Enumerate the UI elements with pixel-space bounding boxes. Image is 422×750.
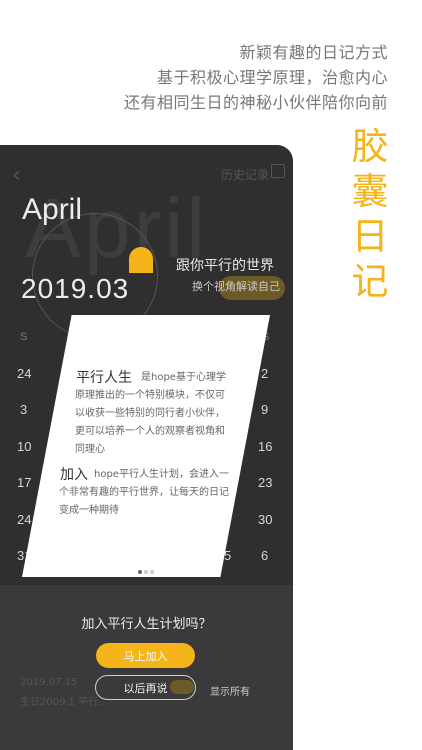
brand-title: 胶 囊 日 记 — [348, 124, 392, 304]
parallel-world-title: 跟你平行的世界 — [176, 258, 274, 274]
page-dot[interactable] — [138, 570, 142, 574]
calendar-day[interactable]: 24 — [17, 366, 31, 381]
history-icon[interactable] — [271, 164, 285, 178]
calendar-day[interactable]: 23 — [258, 475, 272, 490]
ghost-entry-date: 2019.07.15 — [20, 677, 78, 688]
tagline-line-2: 基于积极心理学原理，治愈内心 — [156, 68, 388, 87]
weekday-letter: S — [20, 331, 28, 343]
date-label: 2019.03 — [21, 273, 130, 304]
calendar-day[interactable]: 16 — [258, 439, 272, 454]
calendar-day[interactable]: 2 — [261, 366, 268, 381]
parallel-world-subtitle[interactable]: 换个视角解读自己 — [192, 278, 280, 294]
page-indicator — [138, 559, 156, 577]
show-all-label: 显示所有 — [210, 687, 250, 698]
brand-char-1: 胶 — [351, 125, 389, 168]
join-now-button[interactable]: 马上加入 — [96, 643, 195, 668]
show-all-toggle[interactable] — [170, 680, 194, 694]
tagline-line-3: 还有相同生日的神秘小伙伴陪你向前 — [123, 93, 388, 112]
calendar-day[interactable]: 9 — [261, 402, 268, 417]
brand-char-2: 囊 — [351, 170, 389, 213]
page-dot[interactable] — [144, 570, 148, 574]
page-dot[interactable] — [150, 570, 154, 574]
brand-char-4: 记 — [351, 260, 389, 303]
history-link[interactable]: 历史记录 — [221, 166, 269, 183]
card-body-join: hope平行人生计划，会进入一个非常有趣的平行世界，让每天的日记变成一种期待 — [59, 469, 229, 516]
calendar-day[interactable]: 30 — [258, 512, 272, 527]
calendar-day[interactable]: 6 — [261, 548, 268, 563]
month-label: April — [22, 193, 83, 226]
calendar-day[interactable]: 17 — [17, 475, 31, 490]
join-question: 加入平行人生计划吗？ — [81, 617, 212, 632]
calendar-day[interactable]: 3 — [20, 402, 27, 417]
tagline-line-1: 新颖有趣的日记方式 — [239, 43, 388, 62]
ghost-entry-info: 生日2009.1 平行... — [20, 697, 108, 708]
back-icon[interactable]: ‹ — [12, 163, 21, 188]
brand-char-3: 日 — [351, 215, 389, 258]
card-body-parallel-life: 是hope基于心理学原理推出的一个特别模块，不仅可以收获一些特别的同行者小伙伴，… — [75, 372, 226, 455]
calendar-day[interactable]: 24 — [17, 512, 31, 527]
location-pin-icon[interactable] — [129, 247, 153, 273]
calendar-day[interactable]: 10 — [17, 439, 31, 454]
tagline: 新颖有趣的日记方式 基于积极心理学原理，治愈内心 还有相同生日的神秘小伙伴陪你向… — [124, 40, 388, 115]
